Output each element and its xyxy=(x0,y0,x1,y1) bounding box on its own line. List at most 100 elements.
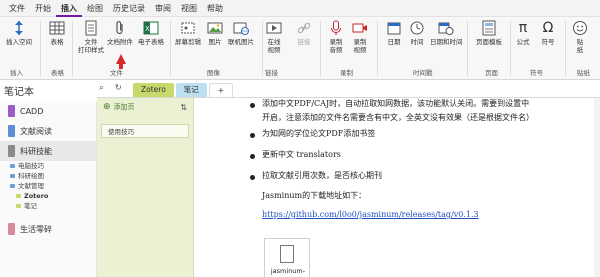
notebook-item-research-skills[interactable]: 科研技能 xyxy=(0,141,96,161)
menu-home[interactable]: 开始 xyxy=(30,0,56,17)
record-audio-button[interactable]: 录制 音频 xyxy=(328,20,344,54)
add-page-button[interactable]: ⊕ 添加页 ⇅ xyxy=(97,98,193,116)
online-video-icon xyxy=(266,20,282,36)
video-camera-icon xyxy=(352,20,368,36)
group-separator xyxy=(467,21,468,76)
calendar-clock-icon xyxy=(438,20,454,36)
notebook-pane: CADD 文献阅读 科研技能 电脑技巧 科研绘图 文献管理 Zotero 笔记 … xyxy=(0,101,97,277)
menu-help[interactable]: 帮助 xyxy=(202,0,228,17)
notebook-header[interactable]: 笔记本 xyxy=(0,80,97,101)
online-picture-icon xyxy=(233,20,249,36)
calendar-icon xyxy=(386,20,402,36)
note-canvas[interactable]: 添加中文PDF/CAJ时，自动拉取知网数据，该功能默认关闭。需要到设置中 开启，… xyxy=(194,98,600,277)
bullet-icon xyxy=(250,154,255,159)
section-color-icon xyxy=(16,194,21,198)
menu-history[interactable]: 历史记录 xyxy=(108,0,150,17)
section-color-icon xyxy=(10,184,15,188)
ribbon: 插入空间 表格 文件 打印样式 文档附件 X 电子表格 文件 屏幕剪辑 图片 联… xyxy=(0,17,600,80)
section-tabs: ⌕ ↻ Zotero 笔记 + xyxy=(97,80,600,98)
group-separator xyxy=(40,21,41,76)
insert-space-icon xyxy=(11,20,27,36)
file-printout-icon xyxy=(83,20,99,36)
page-template-icon xyxy=(481,20,497,36)
equation-button[interactable]: π 公式 xyxy=(515,20,531,46)
group-separator xyxy=(510,21,511,76)
content-line: 为知网的学位论文PDF添加书签 xyxy=(262,129,376,138)
section-color-icon xyxy=(16,204,21,208)
search-icon[interactable]: ⌕ xyxy=(99,83,111,97)
section-research-plots[interactable]: 科研绘图 xyxy=(0,171,96,181)
page-entry[interactable]: 使用技巧 xyxy=(101,124,189,138)
file-printout-button[interactable]: 文件 打印样式 xyxy=(78,20,104,54)
table-icon xyxy=(49,20,65,36)
notebook-item-cadd[interactable]: CADD xyxy=(0,101,96,121)
group-separator xyxy=(377,21,378,76)
file-icon xyxy=(280,245,294,263)
spreadsheet-button[interactable]: X 电子表格 xyxy=(138,20,164,46)
notebook-item-life[interactable]: 生活零碎 xyxy=(0,219,96,239)
file-attachment[interactable]: jasminum- xyxy=(264,238,310,277)
section-zotero[interactable]: Zotero xyxy=(0,191,96,201)
section-group-literature-management[interactable]: 文献管理 xyxy=(0,181,96,191)
screen-clipping-button[interactable]: 屏幕剪辑 xyxy=(175,20,201,46)
group-separator xyxy=(170,21,171,76)
picture-button[interactable]: 图片 xyxy=(207,20,223,46)
group-label-record: 录制 xyxy=(340,69,353,77)
section-notes[interactable]: 笔记 xyxy=(0,201,96,211)
page-list-pane: ⊕ 添加页 ⇅ 使用技巧 xyxy=(97,98,194,277)
content-line: 添加中文PDF/CAJ时，自动拉取知网数据，该功能默认关闭。需要到设置中 xyxy=(262,99,530,108)
add-icon: ⊕ xyxy=(103,102,111,112)
red-arrow-cursor-stem xyxy=(119,63,123,69)
menu-review[interactable]: 审阅 xyxy=(150,0,176,17)
group-label-table: 表格 xyxy=(51,69,64,77)
content-line: Jasminum的下载地址如下： xyxy=(262,191,367,200)
notebook-color-icon xyxy=(8,145,15,157)
date-button[interactable]: 日期 xyxy=(386,20,402,46)
notebook-color-icon xyxy=(8,223,15,235)
table-button[interactable]: 表格 xyxy=(49,20,65,46)
tab-notes[interactable]: 笔记 xyxy=(175,83,207,97)
menu-file[interactable]: 文件 xyxy=(4,0,30,17)
group-separator xyxy=(565,21,566,76)
link-button[interactable]: 链接 xyxy=(296,20,312,46)
notebook-color-icon xyxy=(8,125,15,137)
tab-add-section[interactable]: + xyxy=(208,83,234,97)
menu-view[interactable]: 视图 xyxy=(176,0,202,17)
group-label-timestamp: 时间戳 xyxy=(413,69,433,77)
notebook-item-literature[interactable]: 文献阅读 xyxy=(0,121,96,141)
scrollbar[interactable] xyxy=(594,98,600,277)
menu-draw[interactable]: 绘图 xyxy=(82,0,108,17)
menu-insert[interactable]: 插入 xyxy=(56,0,82,17)
insert-space-button[interactable]: 插入空间 xyxy=(6,20,32,46)
sticker-button[interactable]: 贴 纸 xyxy=(572,20,588,54)
section-color-icon xyxy=(10,164,15,168)
page-template-button[interactable]: 页面模板 xyxy=(476,20,502,46)
group-label-video: 链接 xyxy=(265,69,278,77)
content-line: 开启，注意添加的文件名需要含有中文，全英文没有效果（还是根据文件名） xyxy=(262,113,534,122)
section-color-icon xyxy=(10,174,15,178)
content-line: 更新中文 translators xyxy=(262,150,341,159)
symbol-button[interactable]: Ω 符号 xyxy=(540,20,556,46)
tab-zotero[interactable]: Zotero xyxy=(133,83,174,97)
sort-icon[interactable]: ⇅ xyxy=(180,103,187,112)
file-attachment-button[interactable]: 文档附件 xyxy=(107,20,133,46)
picture-icon xyxy=(207,20,223,36)
group-label-sticker: 贴纸 xyxy=(577,69,590,77)
time-button[interactable]: 时间 xyxy=(409,20,425,46)
group-separator xyxy=(320,21,321,76)
online-picture-button[interactable]: 联机图片 xyxy=(228,20,254,46)
link-icon xyxy=(296,20,312,36)
microphone-icon xyxy=(328,20,344,36)
date-time-button[interactable]: 日期和时间 xyxy=(430,20,463,46)
sync-icon[interactable]: ↻ xyxy=(115,83,125,97)
spreadsheet-icon: X xyxy=(143,20,159,36)
download-link[interactable]: https://github.com/l0o0/jasminum/release… xyxy=(262,210,479,219)
section-computer-tips[interactable]: 电脑技巧 xyxy=(0,161,96,171)
svg-text:X: X xyxy=(145,25,150,33)
attachment-label: jasminum- xyxy=(270,267,306,275)
bullet-icon xyxy=(250,175,255,180)
record-video-button[interactable]: 录制 视频 xyxy=(352,20,368,54)
online-video-button[interactable]: 在线 视频 xyxy=(266,20,282,54)
bullet-icon xyxy=(250,103,255,108)
screen-clipping-icon xyxy=(180,20,196,36)
